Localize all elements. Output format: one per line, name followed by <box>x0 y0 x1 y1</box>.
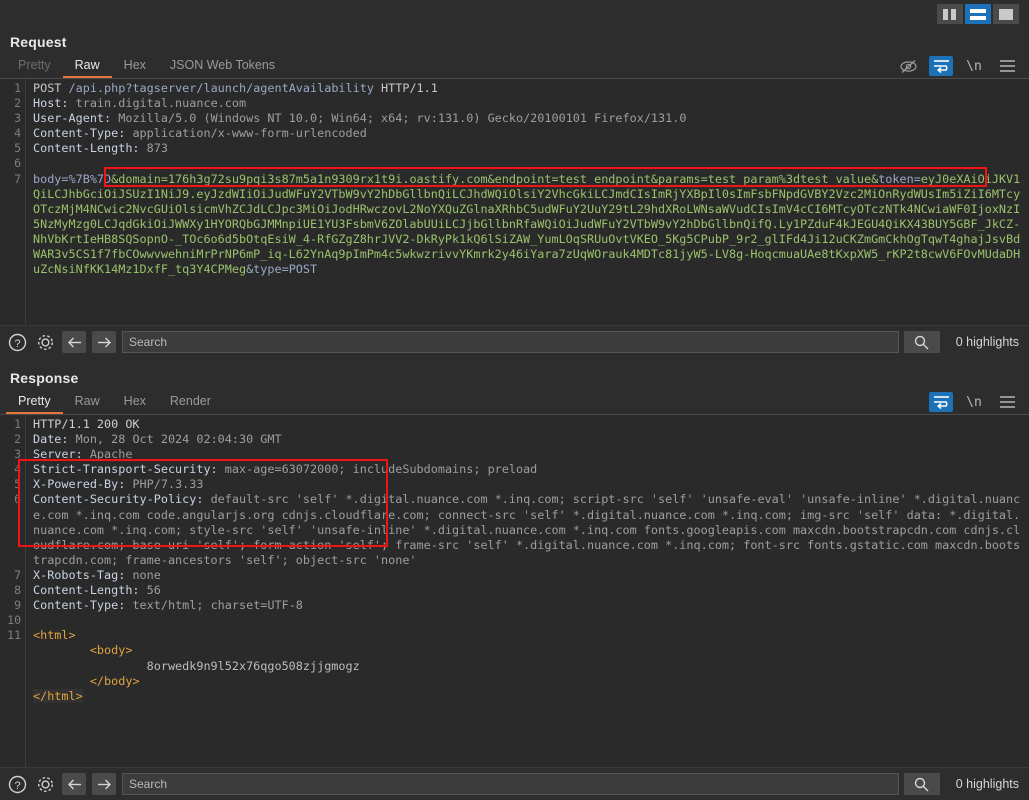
search-forward-button[interactable] <box>92 331 116 353</box>
response-panel: Response Pretty Raw Hex Render \n 123456… <box>0 364 1029 800</box>
request-protocol: HTTP/1.1 <box>381 81 438 95</box>
svg-text:?: ? <box>14 338 20 350</box>
tab-response-pretty[interactable]: Pretty <box>6 391 63 414</box>
request-code-area[interactable]: 1234567 POST /api.php?tagserver/launch/a… <box>0 79 1029 325</box>
header-useragent-name: User-Agent: <box>33 111 112 126</box>
request-search-submit-icon[interactable] <box>903 331 940 353</box>
word-wrap-icon[interactable] <box>929 56 953 76</box>
request-body-token-value: eyJ0eXAiOiJKV1QiLCJhbGciOiJSUzI1NiJ9.eyJ… <box>33 171 1021 277</box>
request-highlight-count: 0 highlights <box>955 335 1019 349</box>
tab-response-render[interactable]: Render <box>158 391 223 414</box>
search-forward-button[interactable] <box>92 773 116 795</box>
response-header-hsts-value: max-age=63072000; includeSubdomains; pre… <box>224 462 538 477</box>
search-back-button[interactable] <box>62 773 86 795</box>
response-header-robots-value: none <box>132 567 161 582</box>
header-host-value: train.digital.nuance.com <box>75 96 247 111</box>
header-host-name: Host: <box>33 96 69 111</box>
response-search-input[interactable] <box>122 773 899 795</box>
header-contenttype-name: Content-Type: <box>33 126 126 141</box>
gear-icon[interactable] <box>34 773 56 795</box>
request-panel: Request Pretty Raw Hex JSON Web Tokens \… <box>0 28 1029 358</box>
header-contenttype-value: application/x-www-form-urlencoded <box>132 126 367 141</box>
request-line-numbers: 1234567 <box>0 79 26 325</box>
response-status-line: HTTP/1.1 200 OK <box>33 417 140 431</box>
request-body-token-key: token= <box>878 171 921 186</box>
svg-text:?: ? <box>14 780 20 792</box>
tab-response-hex[interactable]: Hex <box>112 391 158 414</box>
hide-icon[interactable] <box>896 56 920 76</box>
request-method: POST <box>33 81 62 95</box>
help-icon[interactable]: ? <box>6 773 28 795</box>
request-uri: /api.php?tagserver/launch/agentAvailabil… <box>68 81 374 95</box>
menu-icon[interactable] <box>995 56 1019 76</box>
horizontal-split-layout-button[interactable] <box>965 4 991 24</box>
tab-response-raw[interactable]: Raw <box>63 391 112 414</box>
search-back-button[interactable] <box>62 331 86 353</box>
response-search-bar: ? 0 highlights <box>0 767 1029 800</box>
request-tab-actions: \n <box>896 56 1029 78</box>
response-header-server-value: Apache <box>89 447 133 462</box>
request-title: Request <box>10 34 67 50</box>
layout-toggle-bar <box>0 0 1029 28</box>
tab-request-jwt[interactable]: JSON Web Tokens <box>158 55 287 78</box>
response-header-ctype-value: text/html; charset=UTF-8 <box>132 598 303 613</box>
vertical-split-layout-button[interactable] <box>937 4 963 24</box>
response-pretty-content[interactable]: HTTP/1.1 200 OK Date: Mon, 28 Oct 2024 0… <box>26 415 1029 767</box>
response-header-ctype-name: Content-Type: <box>33 598 126 613</box>
response-body-html-open: <html> <box>33 628 76 643</box>
response-header-csp-name: Content-Security-Policy: <box>33 492 204 507</box>
response-search-submit-icon[interactable] <box>903 773 940 795</box>
response-body-text: 8orwedk9n9l52x76qgo508zjjgmogz <box>146 658 360 673</box>
response-header-length-name: Content-Length: <box>33 583 140 598</box>
request-search-bar: ? 0 highlights <box>0 325 1029 358</box>
response-header-date-name: Date: <box>33 432 69 447</box>
help-icon[interactable]: ? <box>6 331 28 353</box>
response-line-numbers: 123456 7 8 9 10 11 <box>0 415 26 767</box>
response-header-hsts-name: Strict-Transport-Security: <box>33 462 218 477</box>
request-body-type-param: &type=POST <box>246 262 318 277</box>
newline-icon[interactable]: \n <box>962 392 986 412</box>
response-highlight-count: 0 highlights <box>955 777 1019 791</box>
menu-icon[interactable] <box>995 392 1019 412</box>
header-contentlength-value: 873 <box>146 141 168 156</box>
response-tab-actions: \n <box>929 392 1029 414</box>
tab-request-raw[interactable]: Raw <box>62 55 112 78</box>
tab-request-hex[interactable]: Hex <box>112 55 158 78</box>
request-body-injected-params: &domain=176h3g72su9pqi3s87m5a1n9309rx1t9… <box>111 171 879 186</box>
gear-icon[interactable] <box>34 331 56 353</box>
word-wrap-icon[interactable] <box>929 392 953 412</box>
response-header-server-name: Server: <box>33 447 83 462</box>
response-header-date-value: Mon, 28 Oct 2024 02:04:30 GMT <box>75 432 282 447</box>
request-tabs: Pretty Raw Hex JSON Web Tokens \n <box>0 54 1029 79</box>
header-contentlength-name: Content-Length: <box>33 141 140 156</box>
response-code-area[interactable]: 123456 7 8 9 10 11 HTTP/1.1 200 OK Date: Mon… <box>0 415 1029 767</box>
response-body-body-open: <body> <box>89 643 133 658</box>
response-header-powered-value: PHP/7.3.33 <box>132 477 204 492</box>
header-useragent-value: Mozilla/5.0 (Windows NT 10.0; Win64; x64… <box>118 111 687 126</box>
response-title: Response <box>10 370 79 386</box>
newline-icon[interactable]: \n <box>962 56 986 76</box>
burp-repeater-window: Request Pretty Raw Hex JSON Web Tokens \… <box>0 0 1029 800</box>
response-header-length-value: 56 <box>146 583 161 598</box>
request-raw-content[interactable]: POST /api.php?tagserver/launch/agentAvai… <box>26 79 1029 325</box>
single-pane-layout-button[interactable] <box>993 4 1019 24</box>
response-tabs: Pretty Raw Hex Render \n <box>0 390 1029 415</box>
request-search-input[interactable] <box>122 331 899 353</box>
response-header-robots-name: X-Robots-Tag: <box>33 567 126 582</box>
response-body-html-close: </html> <box>33 688 83 703</box>
tab-request-pretty[interactable]: Pretty <box>6 55 63 78</box>
response-header-powered-name: X-Powered-By: <box>33 477 126 492</box>
response-body-body-close: </body> <box>89 673 140 688</box>
request-body-prefix: body=%7B%7D <box>33 171 112 186</box>
